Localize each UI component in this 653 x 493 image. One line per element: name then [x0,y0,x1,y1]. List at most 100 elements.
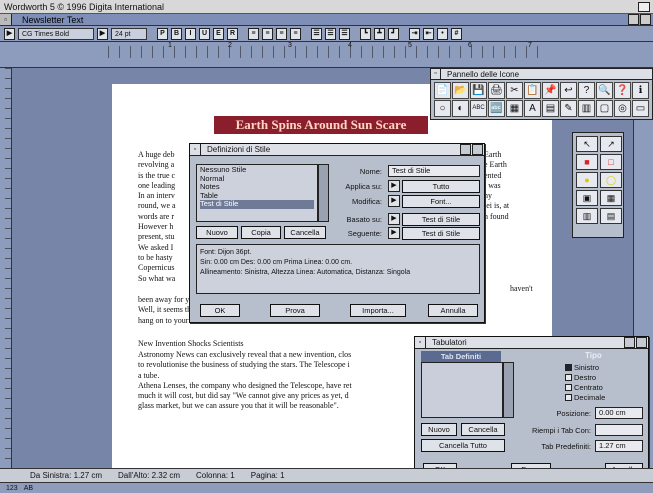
type-center-radio[interactable]: Centrato [565,383,603,392]
ellipse-tool-icon[interactable]: ◯ [600,172,622,188]
reverse-button[interactable]: R [227,27,238,40]
fill-field[interactable] [595,424,643,436]
search-icon[interactable]: 🔍 [596,82,613,99]
dialog-titlebar[interactable]: ▫ Definizioni di Stile [190,144,484,156]
picture-frame-icon[interactable]: ▣ [576,190,598,206]
depth-gadget-icon[interactable] [640,14,651,25]
align-center-icon[interactable]: ≡ [262,27,273,40]
style-list-scrollbar[interactable] [318,164,329,222]
style-list[interactable]: Nessuno Stile Normal Notes Table Test di… [196,164,318,222]
table-tool-icon[interactable]: ▤ [600,208,622,224]
headline[interactable]: Earth Spins Around Sun Scare [214,116,428,134]
bullet-icon[interactable]: • [437,27,448,40]
align-left-icon[interactable]: ≡ [248,27,259,40]
cancel-button[interactable]: Annulla [428,304,478,317]
horizontal-ruler[interactable]: 1 2 3 4 5 6 7 [0,42,653,68]
number-icon[interactable]: # [451,27,462,40]
next-style-popup-icon[interactable]: ▶ [388,227,400,239]
close-icon[interactable]: ▫ [190,144,201,155]
outdent-icon[interactable]: ⇤ [423,27,434,40]
bold-button[interactable]: B [171,27,182,40]
size-menu-button[interactable]: ▶ [97,27,108,40]
delete-all-tabs-button[interactable]: Cancella Tutto [421,439,505,452]
paragraph-1-right[interactable]: Earth e Earth ented t was ny lei is, at … [484,150,524,222]
spellcheck-icon[interactable]: ABC [470,100,487,117]
circle-icon[interactable]: ○ [434,100,451,117]
depth-gadget-icon[interactable] [472,144,483,155]
based-on-popup-icon[interactable]: ▶ [388,213,400,225]
next-style-button[interactable]: Test di Stile [402,227,480,240]
align-right-icon[interactable]: ≡ [276,27,287,40]
name-field[interactable]: Test di Stile [388,165,480,177]
new-tab-button[interactable]: Nuovo [421,423,457,436]
indent-icon[interactable]: ⇥ [409,27,420,40]
close-icon[interactable]: ▫ [431,69,441,79]
dialog-titlebar[interactable]: ▫ Tabulatori [415,337,648,349]
underline-button[interactable]: U [199,27,210,40]
spacing-wide-icon[interactable]: ☰ [339,27,350,40]
help-icon[interactable]: ? [578,82,595,99]
grid-tool-icon[interactable]: ▦ [600,190,622,206]
ok-button[interactable]: OK [200,304,240,317]
justify-icon[interactable]: ≡ [290,27,301,40]
based-on-button[interactable]: Test di Stile [402,213,480,226]
table-icon[interactable]: ▦ [506,100,523,117]
cut-icon[interactable]: ✂ [506,82,523,99]
new-document-icon[interactable]: 📄 [434,82,451,99]
modify-popup-icon[interactable]: ▶ [388,195,400,207]
apply-button[interactable]: Tutto [402,180,480,193]
tab-right-icon[interactable]: ┛ [388,27,399,40]
undo-icon[interactable]: ↩ [560,82,577,99]
new-style-button[interactable]: Nuovo [196,226,238,239]
rect-tool-icon[interactable]: □ [600,154,622,170]
type-right-radio[interactable]: Destro [565,373,596,382]
open-folder-icon[interactable]: 📂 [452,82,469,99]
pen-icon[interactable]: ✎ [560,100,577,117]
paste-icon[interactable]: 📋 [524,82,541,99]
apply-popup-icon[interactable]: ▶ [388,180,400,192]
type-left-radio[interactable]: Sinistro [565,363,599,372]
font-field[interactable]: CG Times Bold [18,27,94,40]
default-tabs-field[interactable]: 1.27 cm [595,440,643,452]
filled-ellipse-icon[interactable]: ● [576,172,598,188]
palette-titlebar[interactable]: ▫ Pannello delle Icone [431,69,652,80]
delete-tab-button[interactable]: Cancella [461,423,505,436]
pointer-icon[interactable]: ↖ [576,136,598,152]
vertical-ruler[interactable] [0,68,12,468]
contrast-icon[interactable]: ◐ [452,100,469,117]
copy-style-button[interactable]: Copia [241,226,281,239]
frame-icon[interactable]: ▥ [578,100,595,117]
tabs-list-scrollbar[interactable] [503,362,514,418]
font-icon[interactable]: 🔤 [488,100,505,117]
depth-gadget-icon[interactable] [638,2,650,12]
plain-button[interactable]: P [157,27,168,40]
defined-tabs-list[interactable] [421,362,503,418]
modify-font-button[interactable]: Font... [402,195,480,208]
emphasis-button[interactable]: E [213,27,224,40]
delete-style-button[interactable]: Cancella [284,226,326,239]
columns-icon[interactable]: ▤ [542,100,559,117]
info-icon[interactable]: ℹ [632,82,649,99]
pin-icon[interactable]: 📌 [542,82,559,99]
list-item-selected[interactable]: Test di Stile [200,199,314,209]
print-icon[interactable]: 🖨 [488,82,505,99]
italic-button[interactable]: I [185,27,196,40]
line-tool-icon[interactable]: ↗ [600,136,622,152]
paragraph-2[interactable]: Astronomy News can exclusively reveal th… [138,350,422,412]
tab-center-icon[interactable]: ┻ [374,27,385,40]
target-icon[interactable]: ◎ [614,100,631,117]
box-icon[interactable]: ▢ [596,100,613,117]
rectangle-icon[interactable]: ▭ [632,100,649,117]
try-button[interactable]: Prova [270,304,320,317]
question-icon[interactable]: ❓ [614,82,631,99]
type-decimal-radio[interactable]: Decimale [565,393,605,402]
import-button[interactable]: Importa... [350,304,406,317]
bottom-item[interactable]: AB [24,485,33,492]
image-tool-icon[interactable]: ▥ [576,208,598,224]
spacing-double-icon[interactable]: ☰ [325,27,336,40]
subheading[interactable]: New Invention Shocks Scientists [138,339,418,349]
zoom-gadget-icon[interactable] [460,144,471,155]
size-field[interactable]: 24 pt [111,27,147,40]
zoom-gadget-icon[interactable] [624,337,635,348]
filled-rect-icon[interactable]: ■ [576,154,598,170]
